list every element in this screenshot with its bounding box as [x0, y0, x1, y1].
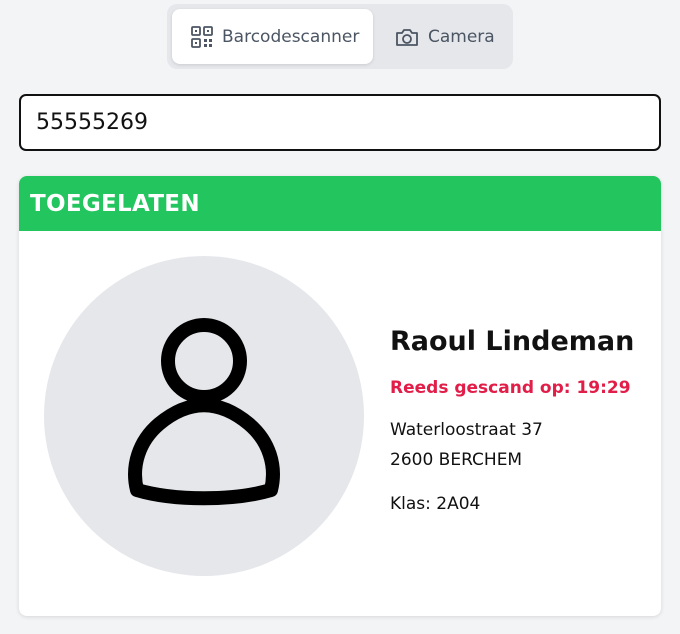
camera-tab-label: Camera: [428, 26, 495, 47]
scan-result-card: TOEGELATEN Raoul Lindeman Reeds gescand …: [19, 176, 661, 616]
barcodescanner-tab[interactable]: Barcodescanner: [172, 9, 373, 64]
avatar: [44, 256, 364, 576]
barcodescanner-tab-label: Barcodescanner: [222, 26, 360, 47]
camera-icon: [394, 25, 420, 49]
status-banner: TOEGELATEN: [19, 176, 661, 231]
camera-tab[interactable]: Camera: [384, 9, 504, 64]
class-label: Klas: 2A04: [390, 494, 481, 514]
user-icon: [128, 318, 280, 506]
person-name: Raoul Lindeman: [390, 326, 635, 357]
status-label: TOEGELATEN: [30, 190, 200, 217]
address-city: 2600 BERCHEM: [390, 450, 523, 470]
address-street: Waterloostraat 37: [390, 420, 543, 440]
qr-code-icon: [190, 25, 214, 49]
barcode-input[interactable]: [19, 94, 661, 151]
app-root: Barcodescanner Camera TOEGELATEN Raoul L…: [0, 0, 680, 634]
already-scanned-note: Reeds gescand op: 19:29: [390, 378, 631, 398]
scan-mode-switch: Barcodescanner Camera: [167, 4, 513, 69]
